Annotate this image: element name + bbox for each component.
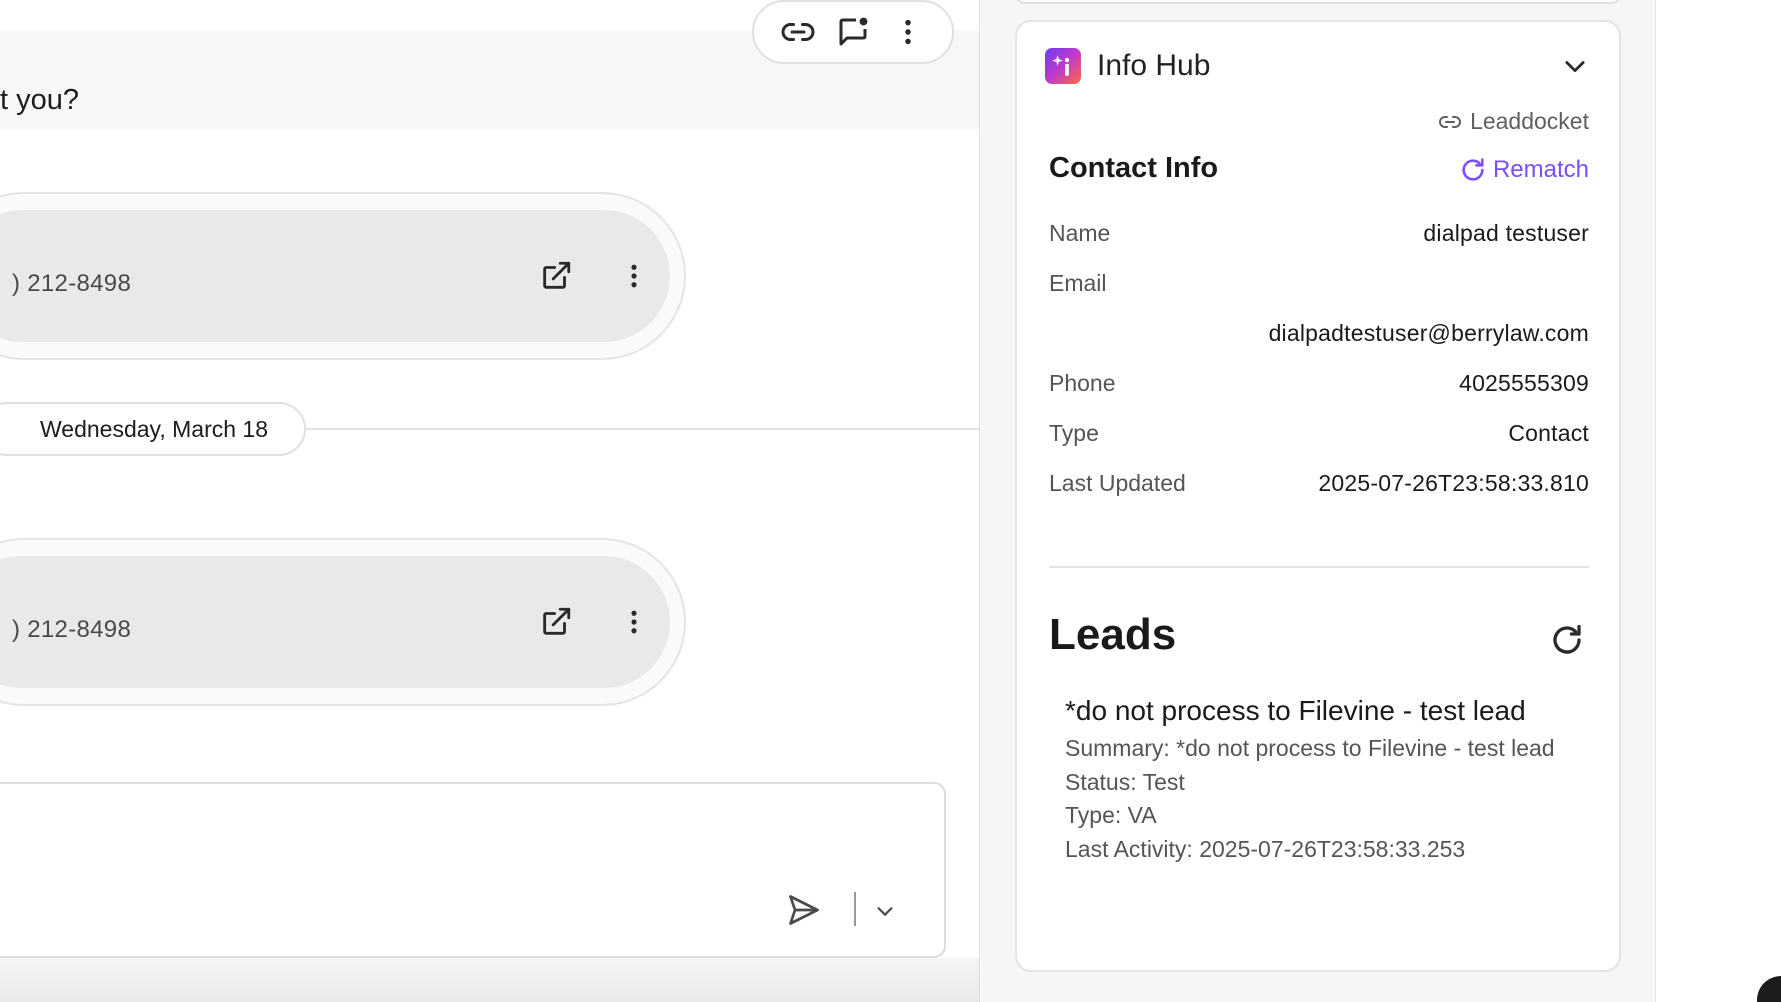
lead-status: Status: Test bbox=[1065, 768, 1185, 795]
add-note-button[interactable] bbox=[831, 10, 875, 54]
call-phone-number: ) 212-8498 bbox=[12, 270, 132, 297]
call-log-body: ) 212-8498 bbox=[0, 210, 670, 342]
field-value-last-updated: 2025-07-26T23:58:33.810 bbox=[1318, 470, 1589, 496]
refresh-icon bbox=[1462, 158, 1484, 181]
field-label-phone: Phone bbox=[1049, 370, 1116, 396]
refresh-icon bbox=[1553, 624, 1581, 654]
previous-card-edge bbox=[1015, 0, 1621, 4]
field-label-type: Type bbox=[1049, 420, 1099, 446]
window-edge bbox=[1655, 0, 1781, 1002]
leads-heading: Leads bbox=[1049, 610, 1177, 659]
more-vertical-icon bbox=[631, 610, 637, 634]
more-vertical-icon bbox=[905, 19, 912, 45]
field-label-last-updated: Last Updated bbox=[1049, 470, 1186, 496]
composer-divider bbox=[854, 892, 856, 926]
field-label-name: Name bbox=[1049, 220, 1111, 246]
field-value-phone: 4025555309 bbox=[1459, 370, 1589, 396]
call-log-card: ) 212-8498 bbox=[0, 192, 686, 360]
field-value-email: dialpadtestuser@berrylaw.com bbox=[1268, 320, 1589, 346]
call-log-card: ) 212-8498 bbox=[0, 538, 686, 706]
lead-item[interactable]: *do not process to Filevine - test lead … bbox=[1065, 690, 1585, 866]
chevron-down-icon bbox=[877, 907, 893, 916]
info-hub-title: Info Hub bbox=[1097, 49, 1211, 82]
date-separator: Wednesday, March 18 bbox=[0, 402, 306, 456]
conversation-toolbar bbox=[752, 0, 954, 64]
lead-last-activity: Last Activity: 2025-07-26T23:58:33.253 bbox=[1065, 835, 1466, 862]
contact-info-heading: Contact Info bbox=[1049, 152, 1219, 184]
call-more-button[interactable] bbox=[614, 602, 654, 642]
rematch-label: Rematch bbox=[1492, 156, 1589, 183]
chevron-down-icon bbox=[1565, 61, 1585, 73]
call-more-button[interactable] bbox=[614, 256, 654, 296]
refresh-leads-button[interactable] bbox=[1545, 618, 1589, 662]
field-label-email: Email bbox=[1049, 270, 1107, 296]
send-icon bbox=[789, 895, 819, 925]
pane-footer bbox=[0, 958, 979, 1002]
open-call-button[interactable] bbox=[536, 256, 576, 296]
info-hub-card: Info Hub Leaddocket Contact Info Rematch… bbox=[1015, 20, 1621, 972]
info-hub-logo-icon bbox=[1045, 48, 1081, 84]
lead-title: *do not process to Filevine - test lead bbox=[1065, 695, 1526, 726]
external-link-icon bbox=[543, 607, 571, 635]
conversation-pane: t you? ) 212-8498 Wednesday, March 18) … bbox=[0, 0, 980, 1002]
field-value-type: Contact bbox=[1508, 420, 1589, 446]
collapse-button[interactable] bbox=[1555, 46, 1595, 86]
rematch-button[interactable]: Rematch bbox=[1459, 156, 1589, 184]
send-options-dropdown[interactable] bbox=[870, 896, 900, 926]
more-vertical-icon bbox=[631, 264, 637, 288]
side-panel: Info Hub Leaddocket Contact Info Rematch… bbox=[981, 0, 1655, 1002]
more-options-button[interactable] bbox=[886, 10, 930, 54]
message-composer[interactable] bbox=[0, 782, 946, 958]
note-badge-icon bbox=[839, 17, 868, 46]
link-icon bbox=[1439, 115, 1461, 128]
open-call-button[interactable] bbox=[536, 602, 576, 642]
source-link[interactable]: Leaddocket bbox=[1438, 108, 1589, 135]
call-phone-number: ) 212-8498 bbox=[12, 616, 132, 643]
lead-type: Type: VA bbox=[1065, 802, 1157, 828]
source-link-label: Leaddocket bbox=[1470, 108, 1589, 134]
external-link-icon bbox=[543, 261, 571, 289]
send-button[interactable] bbox=[782, 888, 826, 932]
section-divider bbox=[1049, 566, 1589, 568]
link-icon bbox=[781, 23, 815, 41]
field-value-name: dialpad testuser bbox=[1423, 220, 1589, 246]
lead-summary: Summary: *do not process to Filevine - t… bbox=[1065, 735, 1555, 761]
message-text: t you? bbox=[0, 84, 79, 116]
copy-link-button[interactable] bbox=[776, 10, 820, 54]
call-log-body: ) 212-8498 bbox=[0, 556, 670, 688]
